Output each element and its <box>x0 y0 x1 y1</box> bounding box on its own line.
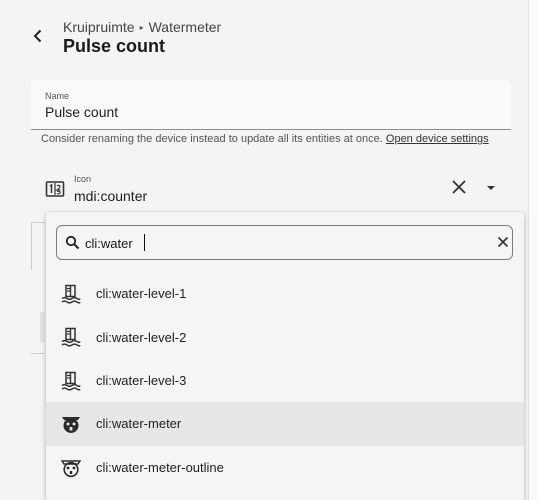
scrollbar[interactable] <box>529 0 538 500</box>
search-clear-icon[interactable] <box>496 235 510 254</box>
text-caret <box>144 234 145 251</box>
clear-icon[interactable] <box>450 178 468 201</box>
underlying-control-edge <box>40 312 45 342</box>
icon-search-input[interactable] <box>85 233 465 253</box>
rename-helper-text: Consider renaming the device instead to … <box>41 133 489 145</box>
icon-result-label: cli:water-level-3 <box>96 372 187 388</box>
icon-result-label: cli:water-meter <box>96 416 182 432</box>
breadcrumb-separator: ▸ <box>139 22 144 32</box>
icon-field-value[interactable]: mdi:counter <box>74 188 147 204</box>
breadcrumb-device[interactable]: Watermeter <box>149 19 222 35</box>
name-field-value[interactable]: Pulse count <box>45 104 118 120</box>
water-meter-outline-icon <box>61 459 81 477</box>
icon-field-label: Icon <box>74 174 92 184</box>
icon-result-label: cli:water-meter-outline <box>96 459 224 475</box>
breadcrumb-area[interactable]: Kruipruimte <box>63 19 135 35</box>
breadcrumb: Kruipruimte ▸ Watermeter <box>63 19 221 35</box>
icon-result-label: cli:water-level-2 <box>96 329 187 345</box>
icon-results-list: cli:water-level-1 cli:water-level-2 cli:… <box>46 272 524 489</box>
icon-search-popup: cli:water-level-1 cli:water-level-2 <box>46 212 524 500</box>
icon-picker-field[interactable]: Icon mdi:counter <box>31 167 511 211</box>
icon-result-item[interactable]: cli:water-level-1 <box>46 272 524 315</box>
icon-search-box[interactable] <box>56 225 513 260</box>
icon-result-item[interactable]: cli:water-meter-outline <box>46 446 524 489</box>
icon-result-item[interactable]: cli:water-level-3 <box>46 359 524 402</box>
icon-result-item-highlighted[interactable]: cli:water-meter <box>46 402 524 446</box>
arrow-back-icon <box>33 29 42 43</box>
water-level-icon <box>61 371 81 391</box>
search-icon <box>65 235 80 255</box>
icon-result-label: cli:water-level-1 <box>96 286 187 302</box>
helper-text: Consider renaming the device instead to … <box>41 133 383 145</box>
counter-icon <box>45 179 65 204</box>
water-level-icon <box>61 328 81 347</box>
underlying-divider <box>31 353 45 354</box>
icon-result-item[interactable]: cli:water-level-2 <box>46 315 524 358</box>
dropdown-arrow-icon[interactable] <box>482 178 500 201</box>
underlying-field-edge <box>31 222 45 270</box>
open-device-settings-link[interactable]: Open device settings <box>386 133 489 145</box>
page-title: Pulse count <box>63 36 166 56</box>
back-button[interactable] <box>24 22 52 50</box>
water-level-icon <box>61 284 81 304</box>
name-field[interactable]: Name Pulse count <box>31 80 511 130</box>
water-meter-icon <box>62 417 80 434</box>
name-field-label: Name <box>45 91 70 101</box>
entity-settings-dialog: Kruipruimte ▸ Watermeter Pulse count Nam… <box>0 0 529 500</box>
